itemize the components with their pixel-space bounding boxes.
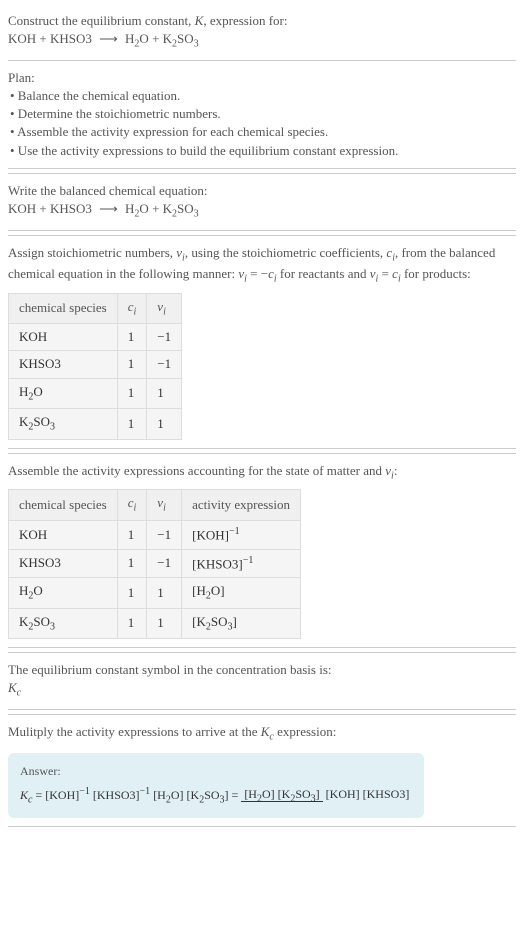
balanced-block: Write the balanced chemical equation: KO… <box>8 173 516 231</box>
stoich-intro: Assign stoichiometric numbers, νi, using… <box>8 244 516 287</box>
plan-title: Plan: <box>8 69 516 87</box>
eq-k2so3: K2SO3 <box>163 31 199 46</box>
stoich-block: Assign stoichiometric numbers, νi, using… <box>8 235 516 449</box>
question-prompt: Construct the equilibrium constant, K, e… <box>8 12 516 30</box>
arrow-icon: ⟶ <box>99 30 118 48</box>
table-row: H2O11[H2O] <box>9 578 301 609</box>
balanced-title: Write the balanced chemical equation: <box>8 182 516 200</box>
table-row: K2SO311[K2SO3] <box>9 608 301 639</box>
balanced-equation: KOH + KHSO3 ⟶ H2O + K2SO3 <box>8 200 516 222</box>
plan-item: • Assemble the activity expression for e… <box>10 123 516 141</box>
prompt-text-1b: , expression for: <box>203 13 287 28</box>
prompt-text-1: Construct the equilibrium constant, <box>8 13 195 28</box>
table-header-row: chemical species ci νi activity expressi… <box>9 490 301 521</box>
multiply-block: Mulitply the activity expressions to arr… <box>8 714 516 827</box>
col-species: chemical species <box>9 490 118 521</box>
col-ci: ci <box>117 490 147 521</box>
plan-item: • Determine the stoichiometric numbers. <box>10 105 516 123</box>
col-activity: activity expression <box>182 490 301 521</box>
plan-item: • Balance the chemical equation. <box>10 87 516 105</box>
question-block: Construct the equilibrium constant, K, e… <box>8 8 516 56</box>
fraction: [H2O] [K2SO3][KOH] [KHSO3] <box>241 786 412 806</box>
symbol-text: The equilibrium constant symbol in the c… <box>8 661 516 679</box>
fraction-denominator: [KOH] [KHSO3] <box>323 787 413 801</box>
eq-h2o: H2O <box>125 31 149 46</box>
table-row: KOH1−1[KOH]−1 <box>9 521 301 550</box>
activity-table: chemical species ci νi activity expressi… <box>8 489 301 639</box>
symbol-kc: Kc <box>8 679 516 701</box>
activity-block: Assemble the activity expressions accoun… <box>8 453 516 648</box>
symbol-block: The equilibrium constant symbol in the c… <box>8 652 516 710</box>
arrow-icon: ⟶ <box>99 200 118 218</box>
plan-item: • Use the activity expressions to build … <box>10 142 516 160</box>
answer-box: Answer: Kc = [KOH]−1 [KHSO3]−1 [H2O] [K2… <box>8 753 424 818</box>
plan-block: Plan: • Balance the chemical equation. •… <box>8 60 516 169</box>
table-row: KHSO31−1 <box>9 351 182 378</box>
answer-expression: Kc = [KOH]−1 [KHSO3]−1 [H2O] [K2SO3] = [… <box>20 785 412 807</box>
stoich-table: chemical species ci νi KOH1−1 KHSO31−1 H… <box>8 293 182 440</box>
col-species: chemical species <box>9 293 118 324</box>
table-header-row: chemical species ci νi <box>9 293 182 324</box>
eq-lhs: KOH + KHSO3 <box>8 31 92 46</box>
multiply-text: Mulitply the activity expressions to arr… <box>8 723 516 745</box>
table-row: H2O11 <box>9 378 182 409</box>
table-row: K2SO311 <box>9 409 182 440</box>
activity-intro: Assemble the activity expressions accoun… <box>8 462 516 484</box>
col-ci: ci <box>117 293 147 324</box>
table-row: KHSO31−1[KHSO3]−1 <box>9 549 301 578</box>
col-nui: νi <box>147 293 182 324</box>
table-row: KOH1−1 <box>9 324 182 351</box>
col-nui: νi <box>147 490 182 521</box>
question-equation: KOH + KHSO3 ⟶ H2O + K2SO3 <box>8 30 516 52</box>
answer-label: Answer: <box>20 763 412 780</box>
fraction-numerator: [H2O] [K2SO3] <box>241 787 322 802</box>
